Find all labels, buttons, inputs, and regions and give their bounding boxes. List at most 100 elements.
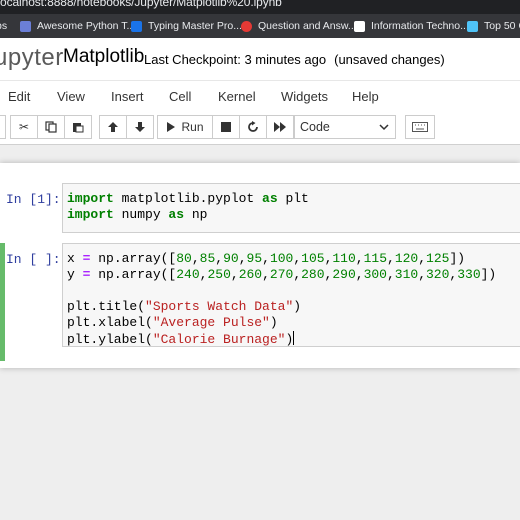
bookmark-4[interactable]: Information Techno...: [354, 14, 469, 38]
jupyter-page: upyter Matplotlib Last Checkpoint: 3 min…: [0, 38, 520, 520]
save-button[interactable]: [0, 115, 6, 139]
jupyter-logo[interactable]: upyter: [0, 44, 64, 72]
code-token: plt: [277, 191, 309, 206]
code-line: plt.xlabel("Average Pulse"): [67, 315, 278, 330]
bookmarks-bar: ps Awesome Python T... Typing Master Pro…: [0, 14, 520, 38]
code-token: ): [269, 315, 278, 330]
stop-icon: [221, 122, 231, 132]
code-token: as: [168, 207, 185, 222]
code-token: "Sports Watch Data": [145, 299, 294, 314]
code-token: ]): [449, 251, 466, 266]
address-bar[interactable]: ocalhost:8888/notebooks/Jupyter/Matplotl…: [0, 0, 520, 11]
cell-1-input[interactable]: import matplotlib.pyplot as plt import n…: [62, 183, 520, 233]
code-token: ,: [230, 267, 239, 282]
bookmark-2[interactable]: Typing Master Pro...: [131, 14, 242, 38]
code-token: ,: [191, 251, 200, 266]
keyboard-icon: [412, 122, 428, 132]
menu-edit[interactable]: Edit: [8, 89, 30, 104]
code-line: plt.title("Sports Watch Data"): [67, 299, 301, 314]
code-token: ]): [480, 267, 497, 282]
menu-insert[interactable]: Insert: [111, 89, 144, 104]
code-token: as: [262, 191, 278, 206]
toolbar: ✂ Run Code: [0, 112, 520, 144]
code-token: 125: [426, 251, 450, 266]
code-token: 120: [394, 251, 419, 266]
run-button[interactable]: Run: [157, 115, 213, 139]
code-token: numpy: [113, 207, 169, 222]
cell-1-prompt: In [1]:: [6, 192, 61, 207]
code-token: 320: [426, 267, 450, 282]
web-icon: [467, 20, 478, 32]
code-cell-2[interactable]: In [ ]: x = np.array([80,85,90,95,100,10…: [0, 243, 520, 361]
bookmark-0[interactable]: ps: [0, 14, 7, 38]
bookmark-3-label: Question and Answ...: [258, 20, 357, 32]
code-token: ,: [387, 251, 395, 266]
code-token: ): [293, 299, 302, 314]
cell-type-select[interactable]: Code: [294, 115, 396, 139]
run-icon: [167, 122, 176, 132]
restart-button[interactable]: [239, 115, 267, 139]
code-token: 260: [238, 267, 263, 282]
cut-button[interactable]: ✂: [10, 115, 38, 139]
unsaved-status: (unsaved changes): [334, 52, 445, 67]
checkpoint-text: Last Checkpoint: 3 minutes ago: [144, 52, 327, 67]
paste-button[interactable]: [64, 115, 92, 139]
code-token: 80: [176, 251, 192, 266]
menu-bar: Edit View Insert Cell Kernel Widgets Hel…: [0, 80, 520, 111]
code-line: import numpy as np: [67, 207, 207, 222]
copy-button[interactable]: [37, 115, 65, 139]
move-up-icon: [108, 122, 118, 132]
quora-icon: [241, 20, 252, 32]
code-token: ,: [418, 267, 426, 282]
code-token: ,: [215, 251, 224, 266]
code-line: x = np.array([80,85,90,95,100,105,110,11…: [67, 251, 465, 266]
python-icon: [20, 20, 31, 32]
code-token: 330: [457, 267, 481, 282]
fast-forward-button[interactable]: [266, 115, 294, 139]
code-cell-1[interactable]: In [1]: import matplotlib.pyplot as plt …: [0, 183, 520, 233]
command-palette-button[interactable]: [405, 115, 435, 139]
browser-chrome: ocalhost:8888/notebooks/Jupyter/Matplotl…: [0, 0, 520, 40]
move-down-button[interactable]: [126, 115, 154, 139]
menu-view[interactable]: View: [57, 89, 85, 104]
notebook-container: In [1]: import matplotlib.pyplot as plt …: [0, 163, 520, 368]
cell-2-input[interactable]: x = np.array([80,85,90,95,100,105,110,11…: [62, 243, 520, 347]
bookmark-2-label: Typing Master Pro...: [148, 20, 242, 32]
code-token: 85: [199, 251, 216, 266]
menu-help[interactable]: Help: [352, 89, 379, 104]
code-token: np.array([: [90, 267, 177, 282]
menu-widgets[interactable]: Widgets: [281, 89, 328, 104]
code-token: 250: [207, 267, 231, 282]
code-token: 110: [332, 251, 356, 266]
bookmark-4-label: Information Techno...: [371, 20, 469, 32]
move-up-button[interactable]: [99, 115, 127, 139]
bookmark-5[interactable]: Top 50 C: [467, 14, 520, 38]
code-token: import: [67, 207, 114, 222]
restart-icon: [248, 121, 258, 132]
code-token: y: [67, 267, 83, 282]
code-token: 90: [223, 251, 239, 266]
address-url[interactable]: ocalhost:8888/notebooks/Jupyter/Matplotl…: [0, 0, 282, 9]
cell-type-value: Code: [300, 120, 330, 134]
text-cursor: [293, 331, 295, 345]
cut-icon: ✂: [18, 120, 30, 134]
typing-icon: [131, 20, 142, 32]
stop-button[interactable]: [212, 115, 240, 139]
document-icon: [354, 20, 365, 32]
notebook-name[interactable]: Matplotlib: [63, 46, 144, 68]
code-token: import: [67, 191, 114, 206]
bookmark-1[interactable]: Awesome Python T...: [20, 14, 135, 38]
selected-cell-indicator: [0, 243, 5, 361]
menu-cell[interactable]: Cell: [169, 89, 191, 104]
code-token: ): [285, 332, 294, 347]
notebook-header: upyter Matplotlib Last Checkpoint: 3 min…: [0, 38, 520, 78]
code-token: "Calorie Burnage": [152, 332, 286, 347]
chevron-down-icon: [379, 124, 389, 131]
cell-2-prompt: In [ ]:: [6, 252, 61, 267]
bookmark-0-label: ps: [0, 20, 8, 32]
code-token: 300: [363, 267, 387, 282]
bookmark-3[interactable]: Question and Answ...: [241, 14, 357, 38]
paste-icon: [73, 123, 84, 133]
code-token: ,: [386, 267, 395, 282]
menu-kernel[interactable]: Kernel: [218, 89, 256, 104]
